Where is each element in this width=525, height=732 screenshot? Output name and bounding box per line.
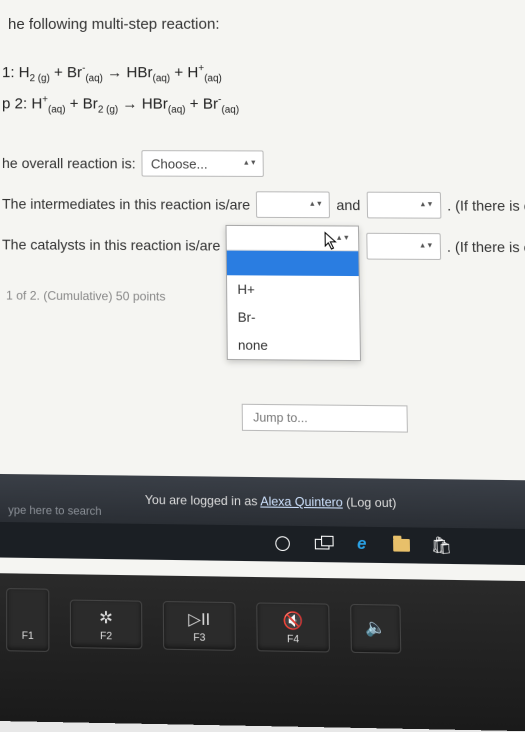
jump-to-select[interactable]: Jump to... [242,404,408,433]
intermediates-hint: . (If there is on [447,197,525,214]
overall-reaction-label: he overall reaction is: [2,155,136,172]
overall-reaction-select[interactable]: Choose... ▲▼ [142,150,264,177]
mute-icon: 🔇 [282,610,303,632]
step-2-equation: p 2: H+(aq) + Br2 (g) → HBr(aq) + Br-(aq… [0,88,525,120]
key-f5: 🔈 [350,604,401,654]
dropdown-option-blank[interactable] [227,251,359,276]
store-icon[interactable]: 🛍 [431,535,452,556]
volume-icon: 🔈 [365,617,386,639]
dropdown-option-h-plus[interactable]: H+ [227,275,359,304]
physical-keyboard: F1 ✲ F2 ▷II F3 🔇 F4 🔈 [0,573,525,731]
file-explorer-icon[interactable] [391,535,412,556]
jump-to-container: Jump to... [242,404,408,433]
select-arrows-icon: ▲▼ [243,161,257,167]
catalysts-dropdown-menu[interactable]: ▲▼ H+ Br- none [226,225,362,361]
play-pause-icon: ▷II [188,608,210,630]
intermediates-label: The intermediates in this reaction is/ar… [2,195,250,212]
catalysts-select-2[interactable]: ▲▼ [366,233,441,260]
mouse-cursor-icon [324,232,339,251]
dropdown-option-none[interactable]: none [228,331,360,360]
intermediates-select-1[interactable]: ▲▼ [256,191,330,218]
step-1-equation: 1: H2 (g) + Br-(aq) → HBr(aq) + H+(aq) [0,57,525,89]
taskbar-search-hint[interactable]: ype here to search [0,500,110,522]
dropdown-option-br-minus[interactable]: Br- [227,303,359,332]
catalysts-hint: . (If there is only one [447,238,525,255]
key-f1: F1 [6,588,49,652]
select-arrows-icon: ▲▼ [419,202,433,208]
catalysts-label: The catalysts in this reaction is/are [2,236,220,254]
intermediates-row: The intermediates in this reaction is/ar… [0,180,525,223]
and-label: and [336,197,360,214]
key-f2: ✲ F2 [70,600,143,650]
question-prompt: he following multi-step reaction: [0,11,525,37]
user-link[interactable]: Alexa Quintero [260,494,343,510]
logged-in-text: You are logged in as Alexa Quintero (Log… [145,492,397,510]
edge-browser-icon[interactable]: e [351,534,372,555]
brightness-icon: ✲ [99,607,113,628]
intermediates-select-2[interactable]: ▲▼ [366,192,441,219]
task-view-icon[interactable] [312,533,333,554]
cortana-circle-icon[interactable] [272,533,293,554]
key-f4: 🔇 F4 [256,602,330,652]
overall-reaction-row: he overall reaction is: Choose... ▲▼ [0,140,525,182]
select-arrows-icon: ▲▼ [309,202,323,208]
key-f3: ▷II F3 [163,601,236,651]
select-arrows-icon: ▲▼ [419,243,433,249]
